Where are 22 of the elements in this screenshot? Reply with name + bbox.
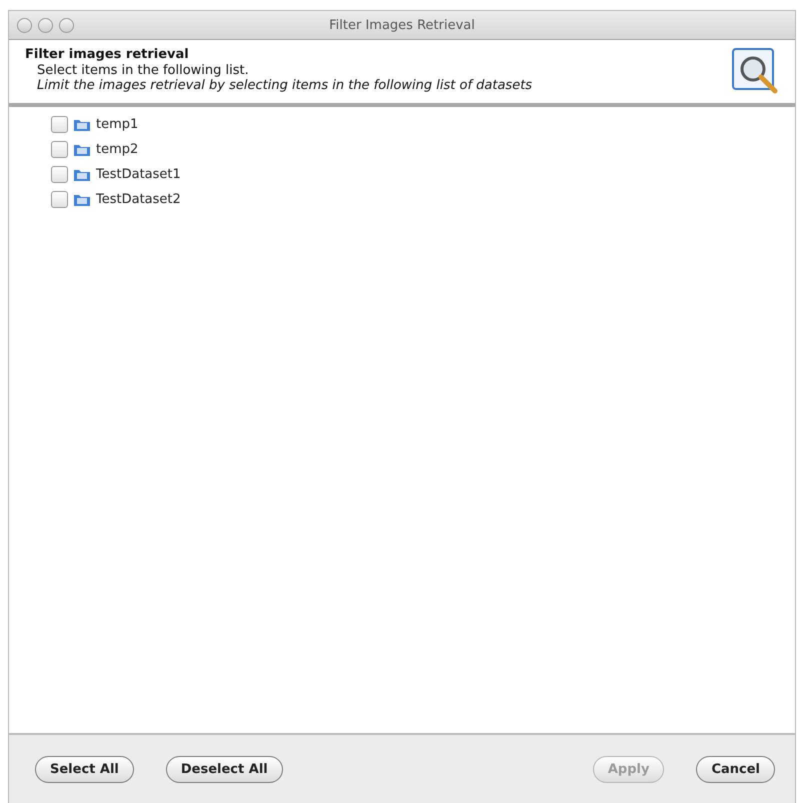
dataset-label: temp2 — [96, 142, 138, 157]
folder-icon — [73, 117, 91, 132]
dataset-label: temp1 — [96, 117, 138, 132]
checkbox[interactable] — [51, 141, 68, 158]
checkbox[interactable] — [51, 191, 68, 208]
dialog-button[interactable]: Select All — [35, 756, 134, 782]
folder-icon — [73, 167, 91, 182]
dataset-label: TestDataset2 — [96, 192, 181, 207]
header-title: Filter images retrieval — [25, 47, 190, 62]
header-subtitle: Select items in the following list. — [36, 63, 250, 78]
dataset-label: TestDataset1 — [96, 167, 181, 182]
header-description: Limit the images retrieval by selecting items in the following list of datasets — [36, 78, 534, 95]
window-control-button[interactable] — [17, 18, 32, 32]
dialog-button[interactable]: Cancel — [696, 756, 775, 782]
checkbox[interactable] — [51, 166, 68, 183]
folder-icon — [73, 142, 91, 157]
window-control-button[interactable] — [38, 18, 53, 32]
checkbox[interactable] — [51, 116, 68, 133]
folder-icon — [73, 192, 91, 207]
window-control-button[interactable] — [59, 18, 74, 32]
dialog-button[interactable]: Deselect All — [166, 756, 283, 782]
window-title: Filter Images Retrieval — [329, 18, 475, 32]
